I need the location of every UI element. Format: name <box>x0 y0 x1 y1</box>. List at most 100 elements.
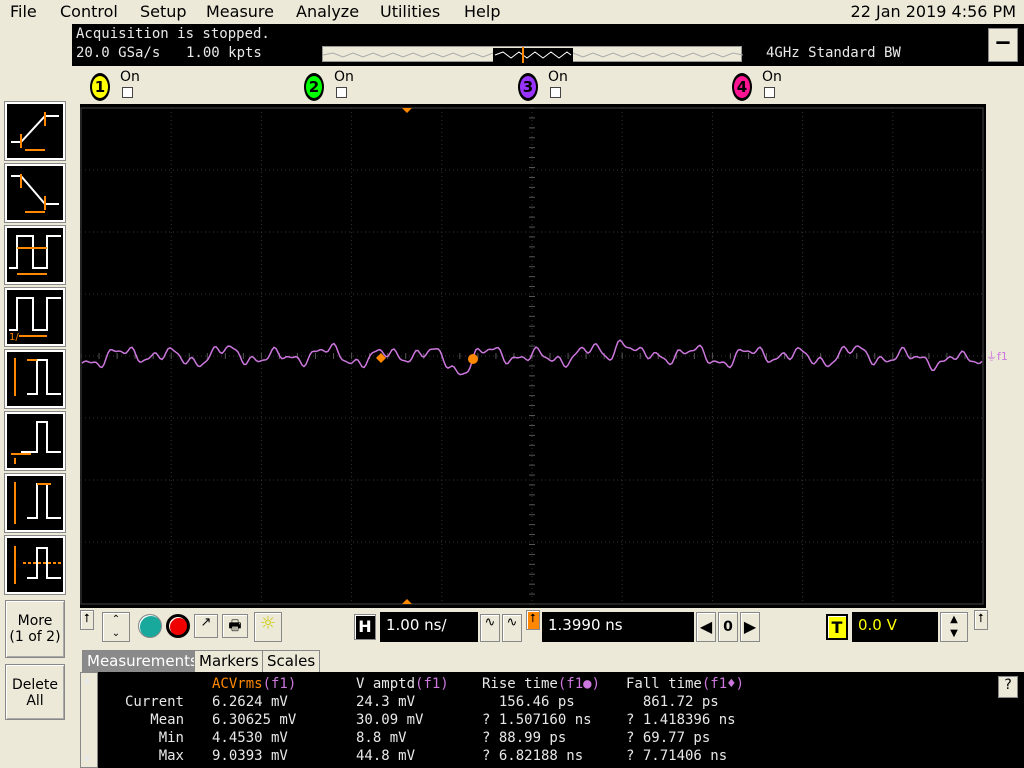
tab-measurements[interactable]: Measurements <box>82 650 203 672</box>
delay-left-icon[interactable]: ◀ <box>696 612 716 642</box>
cell-mean-vamptd: 30.09 mV <box>356 712 424 728</box>
scroll-down-icon[interactable]: ▼ <box>84 754 90 765</box>
channel-3[interactable]: 3 On <box>500 69 570 101</box>
minimize-button[interactable]: — <box>988 28 1018 62</box>
trigger-pin-icon[interactable]: ⭡ <box>974 610 988 630</box>
channel-1[interactable]: 1 On <box>72 69 142 101</box>
channel-1-badge: 1 <box>90 73 110 101</box>
timebase-field[interactable]: 1.00 ns/ <box>380 612 478 642</box>
channel-2-badge: 2 <box>304 73 324 101</box>
delay-reference-icon[interactable]: ⭡ <box>526 610 540 630</box>
delay-right-icon[interactable]: ▶ <box>740 612 760 642</box>
header-vamptd: V amptd(f1) <box>356 676 449 692</box>
channel-2[interactable]: 2 On <box>286 69 356 101</box>
delete-all-button[interactable]: Delete All <box>5 664 65 720</box>
fall-time-button[interactable] <box>4 163 66 223</box>
cell-mean-rise: ? 1.507160 ns <box>482 712 592 728</box>
print-icon[interactable]: 🖶 <box>222 614 248 638</box>
measurement-toolbar: 1/ More (1 of 2) Delete All <box>0 24 72 768</box>
f1-marker-label: f1 <box>997 350 1008 363</box>
cell-min-acvrms: 4.4530 mV <box>212 730 288 746</box>
scroll-stepper[interactable]: ⌃ ⌄ <box>102 612 130 642</box>
vbase-button[interactable] <box>4 411 66 471</box>
row-label-mean: Mean <box>150 712 184 728</box>
row-label-min: Min <box>158 730 184 746</box>
cell-min-vamptd: 8.8 mV <box>356 730 407 746</box>
vamptd-button[interactable] <box>4 349 66 409</box>
bandwidth-setting: 4GHz Standard BW <box>766 45 901 61</box>
middle-icon <box>14 546 61 584</box>
tab-markers[interactable]: Markers <box>194 650 264 672</box>
fall-time-icon <box>11 174 59 213</box>
period-button[interactable] <box>4 225 66 285</box>
delete-label: Delete <box>12 677 58 693</box>
menu-control[interactable]: Control <box>60 2 118 21</box>
menu-analyze[interactable]: Analyze <box>296 2 359 21</box>
more-button[interactable]: More (1 of 2) <box>5 600 65 658</box>
header-rise-time: Rise time(f1●) <box>482 676 601 692</box>
waveform-display[interactable] <box>80 104 986 608</box>
brightness-icon[interactable]: ☼ <box>254 612 282 642</box>
stop-button[interactable] <box>166 614 190 638</box>
channel-1-checkbox[interactable] <box>122 87 133 98</box>
results-tabs: Measurements Markers Scales <box>80 650 1024 672</box>
menu-setup[interactable]: Setup <box>140 2 187 21</box>
control-bar: ⭡ ⌃ ⌄ ↗ 🖶 ☼ H 1.00 ns/ ∿ ∿ ⭡ 1.3990 ns ◀ … <box>72 608 1024 650</box>
trigger-label[interactable]: T <box>826 614 848 640</box>
f1-ground-icon: ⏚ <box>986 350 997 363</box>
channel-2-on-label: On <box>334 69 354 85</box>
trigger-position-marker-bottom <box>402 599 412 604</box>
menu-file[interactable]: File <box>10 2 37 21</box>
more-label: More <box>17 613 53 629</box>
delay-zero-button[interactable]: 0 <box>718 612 738 642</box>
vtop-button[interactable] <box>4 473 66 533</box>
delay-field[interactable]: 1.3990 ns <box>542 612 694 642</box>
cell-current-vamptd: 24.3 mV <box>356 694 416 710</box>
row-label-current: Current <box>124 694 184 710</box>
scroll-up-icon[interactable]: ▲ <box>84 675 90 686</box>
acquisition-status: Acquisition is stopped. <box>76 26 270 42</box>
menu-help[interactable]: Help <box>464 2 500 21</box>
channel-4[interactable]: 4 On <box>714 69 784 101</box>
header-fall-time: Fall time(f1♦) <box>626 676 745 692</box>
channel-1-on-label: On <box>120 69 140 85</box>
tab-scales[interactable]: Scales <box>262 650 321 672</box>
menu-measure[interactable]: Measure <box>206 2 274 21</box>
top-icon <box>14 482 61 524</box>
cell-current-acvrms: 6.2624 mV <box>212 694 288 710</box>
clear-display-button[interactable] <box>138 614 162 638</box>
base-icon <box>11 421 61 464</box>
trigger-level-field[interactable]: 0.0 V <box>852 612 938 642</box>
horizontal-label[interactable]: H <box>354 614 376 640</box>
channel-4-on-label: On <box>762 69 782 85</box>
more-page: (1 of 2) <box>9 629 61 645</box>
channel-2-checkbox[interactable] <box>336 87 347 98</box>
channel-3-checkbox[interactable] <box>550 87 561 98</box>
acquisition-status-bar: Acquisition is stopped. 20.0 GSa/s 1.00 … <box>72 24 1024 66</box>
cell-max-fall: ? 7.71406 ns <box>626 748 728 764</box>
rise-time-button[interactable] <box>4 101 66 161</box>
memory-waveform-icon <box>322 47 744 63</box>
channel-4-checkbox[interactable] <box>764 87 775 98</box>
cell-max-vamptd: 44.8 mV <box>356 748 416 764</box>
f1-ground-marker[interactable]: ⏚f1 <box>986 348 1024 368</box>
menu-utilities[interactable]: Utilities <box>380 2 440 21</box>
svg-text:1/: 1/ <box>9 332 19 343</box>
fine-wave-icon[interactable]: ∿ <box>502 614 522 642</box>
frequency-icon: 1/ <box>9 297 61 343</box>
help-button[interactable]: ? <box>998 676 1018 698</box>
channel-bar: 1 On 2 On 3 On 4 On <box>72 66 1024 104</box>
channel-4-badge: 4 <box>732 73 752 101</box>
delete-label-all: All <box>26 693 44 709</box>
row-label-max: Max <box>158 748 184 764</box>
amplitude-icon <box>14 358 61 396</box>
single-icon[interactable]: ↗ <box>194 614 218 638</box>
frequency-button[interactable]: 1/ <box>4 287 66 347</box>
cell-max-rise: ? 6.82188 ns <box>482 748 584 764</box>
vmid-button[interactable] <box>4 535 66 595</box>
memory-bar <box>322 46 744 63</box>
pin-icon[interactable]: ⭡ <box>80 610 94 630</box>
coarse-wave-icon[interactable]: ∿ <box>480 614 500 642</box>
trigger-level-stepper[interactable]: ▲ ▼ <box>940 612 968 642</box>
cell-mean-acvrms: 6.30625 mV <box>212 712 297 728</box>
